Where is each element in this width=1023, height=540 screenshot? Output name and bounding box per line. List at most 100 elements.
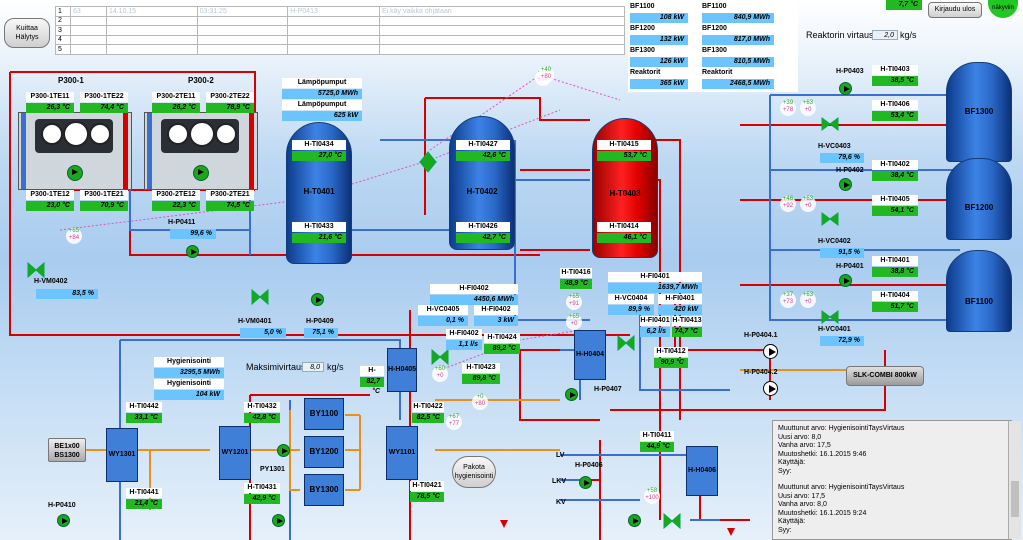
sensor-tag: H-TI0431 <box>244 483 280 493</box>
reactor-flow-value[interactable]: 2,0 <box>872 30 898 40</box>
acknowledge-alarm-button[interactable]: Kuittaa Hälytys <box>4 18 50 48</box>
pump-label: H-P0404.2 <box>744 369 778 376</box>
setpoint-bottom: +0 <box>570 321 578 327</box>
pump-icon[interactable] <box>272 514 285 527</box>
alarm-row[interactable]: 2 <box>55 15 625 26</box>
log-line: Muuttunut arvo: HygienisointiTaysVirtaus <box>778 425 905 432</box>
storage-unit[interactable]: BY1100 <box>304 398 344 430</box>
heat-exchanger[interactable]: WY1201 <box>219 426 251 480</box>
sensor-value: 42,9 °C <box>244 494 280 504</box>
alarm-cell <box>196 25 289 36</box>
setpoint-top: +65 <box>568 294 580 300</box>
tank-bf1200[interactable]: BF1200 <box>946 158 1012 240</box>
pump-icon[interactable] <box>579 476 592 489</box>
setpoint-top: +65 <box>568 314 580 320</box>
alarm-cell <box>105 25 198 36</box>
heatpump-sensor-tag: P300-2TE11 <box>152 92 200 102</box>
tank-bf1100[interactable]: BF1100 <box>946 250 1012 332</box>
pump-icon[interactable] <box>839 274 852 287</box>
setpoint-bottom: +100 <box>645 495 659 501</box>
setpoint-indicator: +65+84 <box>66 228 82 244</box>
reactor-flow-label: Reaktorin virtaus: <box>806 30 877 40</box>
pump-label: H-P0404.1 <box>744 332 778 339</box>
logout-button[interactable]: Kirjaudu ulos <box>928 2 982 18</box>
heat-exchanger[interactable]: WY1101 <box>386 426 418 480</box>
heatpump-1-unit[interactable] <box>18 112 132 190</box>
alarm-cell <box>379 15 625 26</box>
max-flow-input[interactable]: 8,0 <box>302 362 324 372</box>
setpoint-top: +40 <box>540 67 552 73</box>
alarm-cell: 63 <box>70 6 107 17</box>
slk-combi-boiler[interactable]: SLK-COMBI 800kW <box>846 366 924 386</box>
alarm-row[interactable]: 4 <box>55 34 625 45</box>
force-hygiene-button[interactable]: Pakota hygienisointi <box>452 456 496 488</box>
pump-icon <box>193 165 209 181</box>
alarm-cell <box>105 44 198 55</box>
outdoor-temp-value: 7,7 °C <box>886 0 922 10</box>
tank-bf1300[interactable]: BF1300 <box>946 62 1012 162</box>
setpoint-indicator: +0 +80 <box>472 394 488 410</box>
setpoint-top: +63 <box>802 196 814 202</box>
heatpump-sensor-tag: P300-1TE21 <box>80 190 128 200</box>
alarm-cell <box>70 15 107 26</box>
bf-summary-value: 2468,5 MWh <box>702 79 774 89</box>
bf-summary-value: 817,0 MWh <box>702 35 774 45</box>
storage-unit[interactable]: BY1200 <box>304 436 344 468</box>
alarm-row[interactable]: 1 63 14.10.15 03:31:25 H-P0413 Ei käy vaikka … <box>55 6 625 17</box>
heat-exchanger-label: H-H0406 <box>687 467 716 474</box>
log-scrollbar[interactable] <box>1008 421 1021 539</box>
meter-tag: H-FI0401 <box>608 272 702 282</box>
gauge-icon <box>89 123 111 145</box>
sensor-tag: H-TI0404 <box>872 291 918 301</box>
tank-bottom-sensor-value: 42,7 °C <box>456 233 510 243</box>
bf-summary-tag: BF1100 <box>630 2 688 12</box>
valve-value: 5,0 % <box>240 328 286 338</box>
flow-label: LV <box>556 452 565 459</box>
sensor-value: 78,5 °C <box>410 492 444 502</box>
pump-icon[interactable] <box>277 444 290 457</box>
tank-top-sensor-value: 27,0 °C <box>292 151 346 161</box>
heat-exchanger[interactable]: WY1301 <box>106 428 138 482</box>
pump-icon[interactable] <box>763 381 778 396</box>
be-bs-unit[interactable]: BE1x00 BS1300 <box>48 438 86 462</box>
heatpump-sensor-tag: P300-1TE11 <box>26 92 74 102</box>
meter-value: 1639,7 MWh <box>608 283 702 293</box>
alarm-cell: 3 <box>55 25 71 36</box>
sensor-tag: H-TI0412 <box>654 347 688 357</box>
flow-label: LKV <box>552 478 566 485</box>
setpoint-top: +67 <box>448 414 460 420</box>
heatpump-sensor-value: 22,3 °C <box>152 201 200 211</box>
alarm-row[interactable]: 5 <box>55 44 625 55</box>
heatpump-sensor-value: 74,5 °C <box>206 201 254 211</box>
bf-summary-tag: Reaktorit <box>702 68 774 78</box>
alarm-row[interactable]: 3 <box>55 25 625 36</box>
setpoint-top: +65 <box>68 228 80 234</box>
change-log-panel[interactable]: Muuttunut arvo: HygienisointiTaysVirtaus… <box>772 420 1012 540</box>
heat-exchanger[interactable]: H-H0404 <box>574 330 606 380</box>
heat-exchanger[interactable]: H-H0406 <box>686 446 718 496</box>
sensor-value: 38,4 °C <box>872 171 918 181</box>
log-line: Muutoshetki: 16.1.2015 9:46 <box>778 450 867 458</box>
setpoint-indicator: +67 +77 <box>446 414 462 430</box>
heat-exchanger[interactable]: H-H0405 <box>387 348 417 392</box>
heatpump-sensor-value: 74,4 °C <box>80 103 128 113</box>
bf-summary-value: 126 kW <box>630 57 688 67</box>
log-line: Syy: <box>778 526 792 534</box>
setpoint-bottom: +0 <box>436 373 444 379</box>
pump-icon[interactable] <box>628 514 641 527</box>
pump-icon[interactable] <box>186 245 199 258</box>
pump-icon[interactable] <box>839 82 852 95</box>
heatpump-2-unit[interactable] <box>144 112 258 190</box>
pump-icon[interactable] <box>57 514 70 527</box>
setpoint-bottom: +80 <box>540 74 552 80</box>
pump-icon[interactable] <box>311 293 324 306</box>
sensor-value: 48,9 °C <box>560 279 592 289</box>
pump-icon[interactable] <box>839 178 852 191</box>
storage-unit[interactable]: BY1300 <box>304 474 344 506</box>
meter-value: 1,1 l/s <box>446 340 482 350</box>
pump-icon[interactable] <box>763 344 778 359</box>
log-entry: Muuttunut arvo: HygienisointiTaysVirtaus… <box>778 484 1006 535</box>
pump-icon[interactable] <box>565 388 578 401</box>
log-line: Vanha arvo: 8,0 <box>778 501 827 508</box>
sensor-value: 89,8 °C <box>462 374 500 384</box>
